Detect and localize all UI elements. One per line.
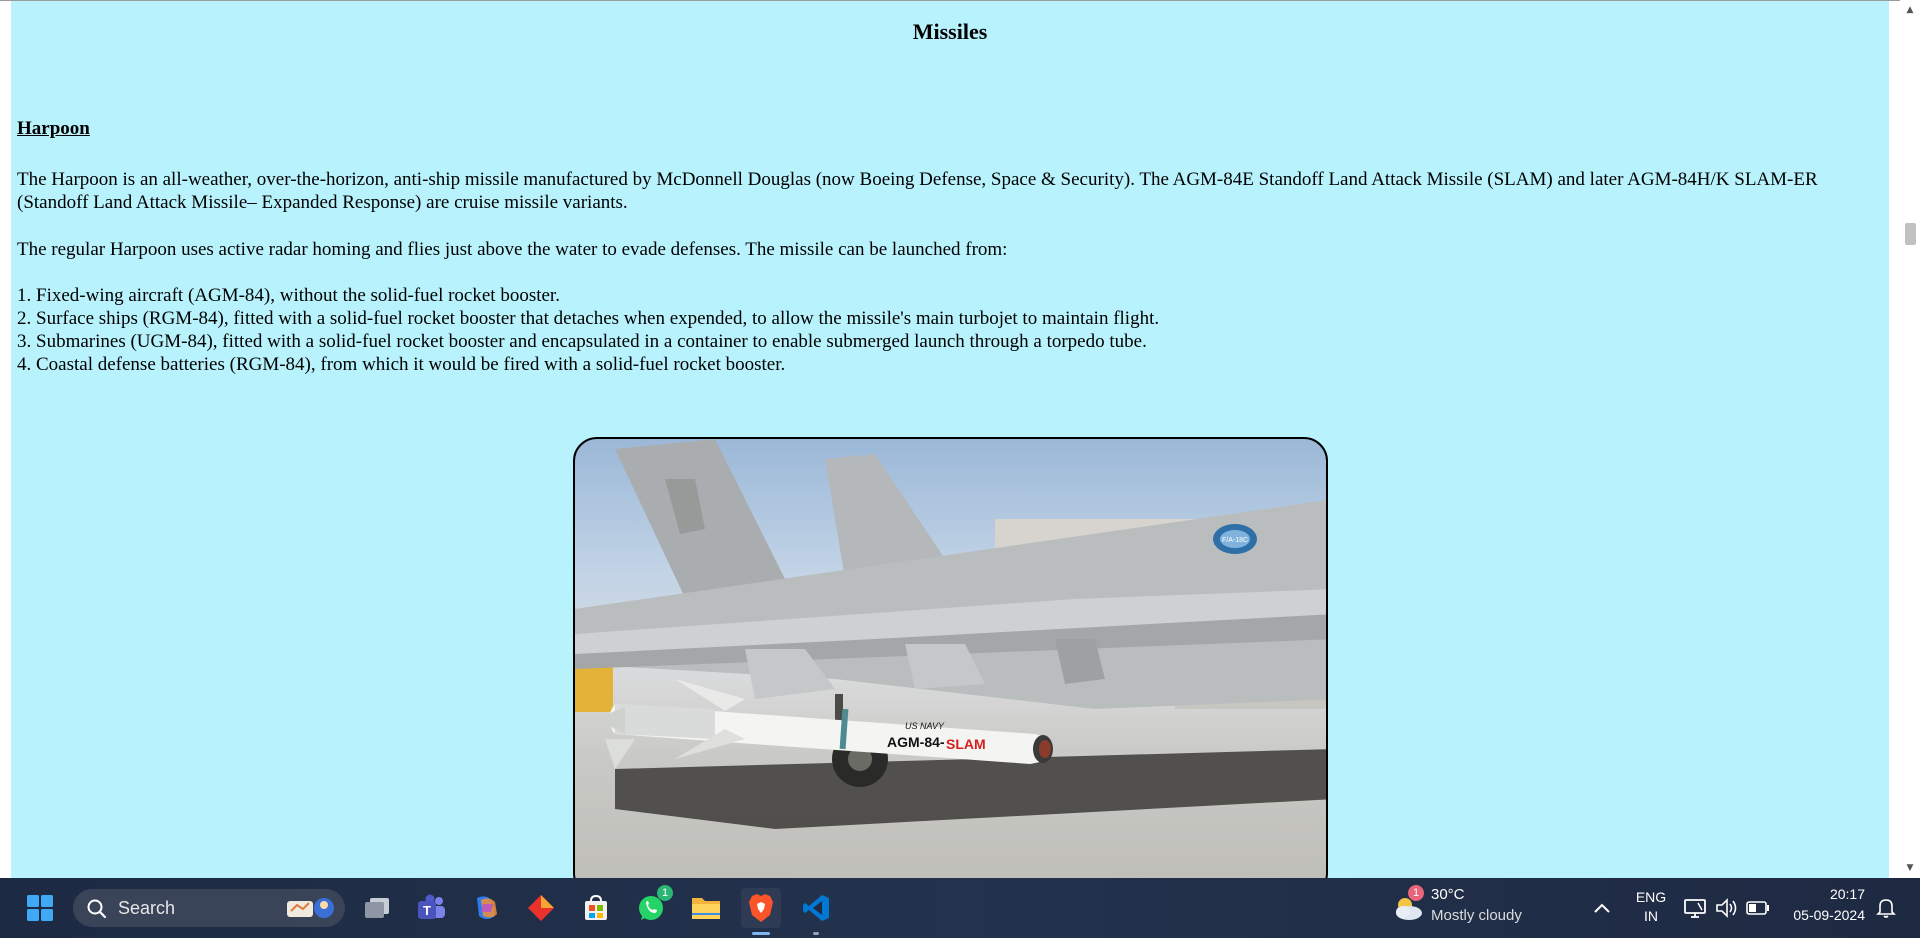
chevron-up-icon[interactable] [1582,888,1622,928]
scrollbar-thumb[interactable] [1905,223,1916,245]
launch-platform-item: 3. Submarines (UGM-84), fitted with a so… [17,331,1147,352]
search-icon [87,899,107,919]
teams-icon[interactable]: T [411,888,451,928]
language-region: IN [1644,908,1658,924]
weather-temperature[interactable]: 30°C [1431,886,1465,903]
jet-roundel-text: F/A-18C [1222,537,1248,544]
clock-time[interactable]: 20:17 [1780,886,1865,902]
missile-marking-main: AGM-84- [887,734,945,750]
vscode-icon[interactable] [796,888,836,928]
brave-icon[interactable] [741,888,781,928]
harpoon-slam-photo: F/A-18C US NAVY AGM-84- SLAM [573,437,1328,878]
whatsapp-icon[interactable]: 1 [631,885,673,928]
launch-platform-item: 4. Coastal defense batteries (RGM-84), f… [17,354,786,375]
copilot-icon[interactable] [466,888,506,928]
harpoon-guidance-paragraph: The regular Harpoon uses active radar ho… [17,239,1008,260]
svg-text:T: T [423,903,431,918]
missile-marking-top: US NAVY [905,721,945,731]
launch-platform-item: 1. Fixed-wing aircraft (AGM-84), without… [17,285,560,306]
page-title: Missiles [912,19,988,44]
open-app-indicator [813,932,819,935]
language-code: ENG [1635,889,1667,905]
scroll-down-arrow-icon[interactable]: ▼ [1904,862,1916,874]
battery-icon[interactable] [1740,888,1776,928]
store-icon[interactable] [576,888,616,928]
search-label: Search [118,898,176,918]
scroll-up-arrow-icon[interactable]: ▲ [1904,4,1916,16]
clock-date[interactable]: 05-09-2024 [1780,907,1865,923]
missile-marking-accent: SLAM [946,736,986,752]
weather-description[interactable]: Mostly cloudy [1431,907,1522,924]
browser-viewport: Missiles Harpoon The Harpoon is an all-w… [0,0,1920,878]
windows-taskbar: Search T 1 1 30°C Mostly cloudy ENG IN 2… [0,878,1920,938]
search-highlight-icon [287,898,334,918]
taskbar-search-box[interactable]: Search [73,889,345,927]
task-view-icon[interactable] [357,888,397,928]
active-app-indicator [752,932,770,935]
section-heading-harpoon: Harpoon [17,118,90,139]
harpoon-intro-paragraph: The Harpoon is an all-weather, over-the-… [17,169,1818,213]
network-icon[interactable] [1677,888,1713,928]
red-app-icon[interactable] [521,888,561,928]
web-page: Missiles Harpoon The Harpoon is an all-w… [11,1,1889,878]
vertical-scrollbar[interactable]: ▲ ▼ [1900,0,1920,878]
file-explorer-icon[interactable] [686,888,726,928]
weather-icon[interactable]: 1 [1388,885,1428,928]
launch-platform-list: 1. Fixed-wing aircraft (AGM-84), without… [17,284,1877,376]
language-indicator[interactable]: ENG IN [1634,888,1668,926]
notification-bell-icon[interactable] [1868,888,1904,928]
launch-platform-item: 2. Surface ships (RGM-84), fitted with a… [17,308,1160,329]
windows-start-icon[interactable] [20,888,60,928]
weather-alert-badge: 1 [1408,885,1424,901]
whatsapp-notification-badge: 1 [657,885,673,901]
